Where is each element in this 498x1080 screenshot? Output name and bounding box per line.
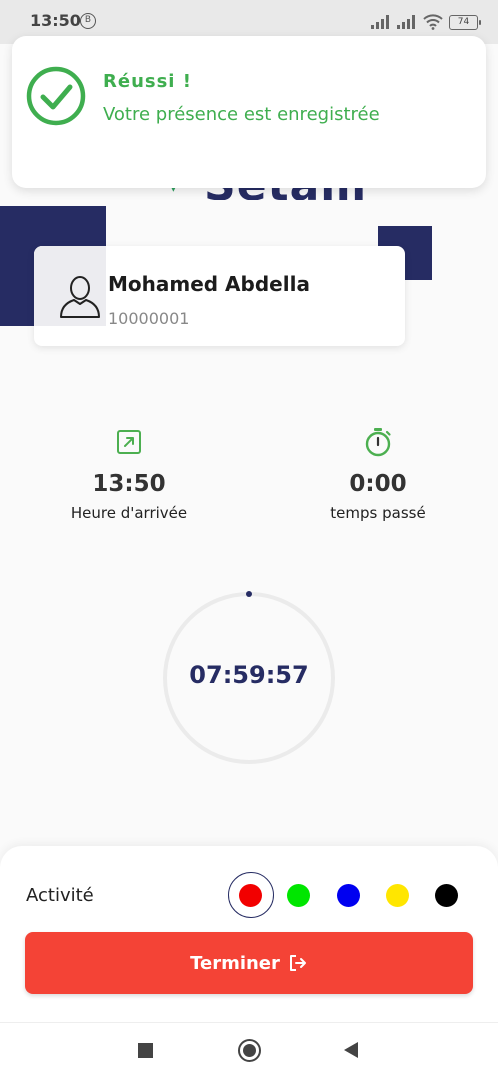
activity-color-red[interactable] xyxy=(239,884,262,907)
arrival-time: 13:50 xyxy=(92,471,166,497)
user-outline-icon xyxy=(60,276,100,318)
recents-icon[interactable] xyxy=(138,1043,153,1058)
signal-icon xyxy=(371,15,389,29)
logout-icon xyxy=(289,955,306,971)
profile-id: 10000001 xyxy=(108,309,190,328)
activity-color-green[interactable] xyxy=(287,884,310,907)
profile-name: Mohamed Abdella xyxy=(108,272,310,296)
arrow-up-right-icon xyxy=(117,430,141,454)
stopwatch-icon xyxy=(365,428,391,457)
countdown-timer: 07:59:57 xyxy=(189,661,309,689)
elapsed-label: temps passé xyxy=(330,504,426,522)
toast-message: Votre présence est enregistrée xyxy=(103,104,380,125)
finish-button-label: Terminer xyxy=(190,952,280,974)
home-icon[interactable] xyxy=(238,1039,261,1062)
elapsed-stat: 0:00 temps passé xyxy=(278,427,478,522)
arrival-label: Heure d'arrivée xyxy=(70,504,188,522)
signal-icon xyxy=(397,15,415,29)
notification-icon: B xyxy=(80,13,96,29)
activity-color-blue[interactable] xyxy=(337,884,360,907)
wifi-icon xyxy=(423,14,443,30)
elapsed-time: 0:00 xyxy=(349,471,407,497)
status-icons: 74 xyxy=(371,12,481,32)
battery-icon: 74 xyxy=(449,14,481,30)
status-time: 13:50 xyxy=(30,11,81,30)
activity-color-black[interactable] xyxy=(435,884,458,907)
toast-title: Réussi ! xyxy=(103,71,192,92)
activity-color-yellow[interactable] xyxy=(386,884,409,907)
activity-label: Activité xyxy=(26,885,94,906)
finish-button[interactable]: Terminer xyxy=(25,932,473,994)
arrival-stat: 13:50 Heure d'arrivée xyxy=(29,429,229,522)
back-icon[interactable] xyxy=(342,1041,360,1059)
check-circle-icon xyxy=(26,66,86,126)
